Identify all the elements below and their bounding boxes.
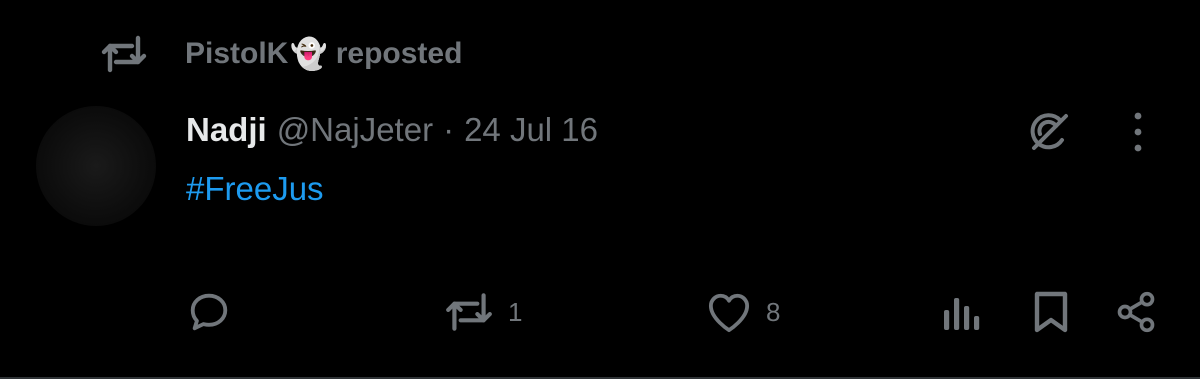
bookmark-button[interactable]: [1032, 288, 1070, 336]
repost-count: 1: [508, 296, 523, 327]
views-button[interactable]: [942, 288, 982, 336]
user-handle[interactable]: @NajJeter: [277, 111, 433, 149]
repost-label[interactable]: PistolK 👻 reposted: [185, 37, 462, 72]
like-count: 8: [766, 296, 781, 327]
repost-context: PistolK 👻 reposted: [100, 30, 462, 78]
hashtag-link[interactable]: #FreeJus: [186, 170, 324, 207]
avatar[interactable]: [36, 106, 156, 226]
action-bar: 1 8: [0, 288, 1200, 336]
display-name[interactable]: Nadji: [186, 111, 267, 149]
timestamp[interactable]: 24 Jul 16: [464, 111, 598, 149]
repost-verb: reposted: [335, 37, 463, 70]
analytics-icon: [942, 290, 982, 334]
repost-button[interactable]: 1: [444, 288, 522, 336]
bookmark-icon: [1032, 290, 1070, 334]
tweet-text: #FreeJus: [186, 170, 324, 208]
reply-icon: [186, 289, 232, 335]
heart-icon: [706, 291, 752, 333]
like-button[interactable]: 8: [706, 288, 780, 336]
tweet-header: Nadji @NajJeter · 24 Jul 16: [186, 106, 598, 154]
tweet-card[interactable]: PistolK 👻 reposted Nadji @NajJeter · 24 …: [0, 0, 1200, 379]
repost-icon: [100, 34, 148, 74]
reply-button[interactable]: [186, 288, 232, 336]
share-icon: [1114, 290, 1158, 334]
separator-dot: ·: [443, 111, 455, 148]
ghost-emoji: 👻: [290, 37, 328, 71]
repost-icon: [444, 291, 494, 333]
tweet-top-actions: [1016, 100, 1160, 164]
grok-icon[interactable]: [1016, 100, 1080, 164]
share-button[interactable]: [1114, 288, 1158, 336]
more-options-icon[interactable]: [1116, 100, 1160, 164]
repost-user[interactable]: PistolK: [185, 37, 288, 71]
